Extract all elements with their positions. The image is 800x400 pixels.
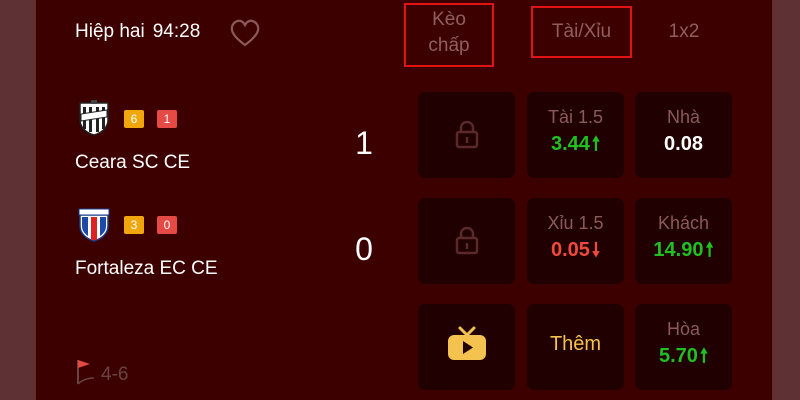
away-team-name: Fortaleza EC CE [75,258,218,279]
draw-odds-cell[interactable]: Hòa 5.70 🠕 [635,304,732,390]
live-tv-button[interactable] [418,304,515,390]
under-odds-cell[interactable]: Xỉu 1.5 0.05 🠗 [527,198,624,284]
away-value-line: 14.90 🠕 [635,238,732,263]
under-value: 0.05 [550,239,590,261]
tv-icon [448,326,486,360]
tab-over-under[interactable]: Tài/Xỉu [531,6,632,58]
under-value-line: 0.05 🠗 [527,238,624,263]
up-arrow-icon: 🠕 [699,346,709,367]
draw-value: 5.70 [658,345,698,367]
tab-handicap-line2: chấp [428,35,470,56]
heart-icon[interactable] [229,18,261,48]
away-score: 0 [355,231,373,267]
red-card-count: 0 [157,216,177,234]
tab-1x2[interactable]: 1x2 [650,6,718,58]
over-value: 3.44 [550,133,590,155]
lock-icon [455,120,479,149]
handicap-away-cell[interactable] [418,198,515,284]
under-label: Xỉu 1.5 [547,213,604,233]
over-value-line: 3.44 🠕 [527,132,624,157]
home-odds-cell[interactable]: Nhà 0.08 [635,92,732,178]
more-label: Thêm [549,333,602,355]
lock-icon [455,226,479,255]
home-value: 0.08 [664,133,703,155]
home-team-name: Ceara SC CE [75,152,191,173]
match-status: Hiệp hai 94:28 [75,21,200,43]
over-odds-cell[interactable]: Tài 1.5 3.44 🠕 [527,92,624,178]
away-odds-cell[interactable]: Khách 14.90 🠕 [635,198,732,284]
yellow-card-count: 3 [124,216,144,234]
over-label: Tài 1.5 [547,107,604,127]
home-label: Nhà [666,107,701,127]
match-time: 94:28 [152,21,201,42]
more-button[interactable]: Thêm [527,304,624,390]
yellow-card-count: 6 [124,110,144,128]
fortaleza-logo-icon [78,208,110,242]
ceara-logo-icon [79,100,109,136]
handicap-home-cell[interactable] [418,92,515,178]
corner-flag-icon [77,360,95,385]
draw-label: Hòa [666,319,701,339]
down-arrow-icon: 🠗 [591,240,601,261]
up-arrow-icon: 🠕 [705,240,714,261]
up-arrow-icon: 🠕 [591,134,601,155]
draw-value-line: 5.70 🠕 [635,344,732,369]
match-period: Hiệp hai [75,21,145,42]
tab-handicap-line1: Kèo [432,9,466,30]
red-card-count: 1 [157,110,177,128]
tab-handicap[interactable]: Kèo chấp [404,3,494,67]
away-label: Khách [657,213,710,233]
home-score: 1 [355,125,373,161]
corner-count: 4-6 [101,364,129,385]
away-value: 14.90 [653,239,704,261]
